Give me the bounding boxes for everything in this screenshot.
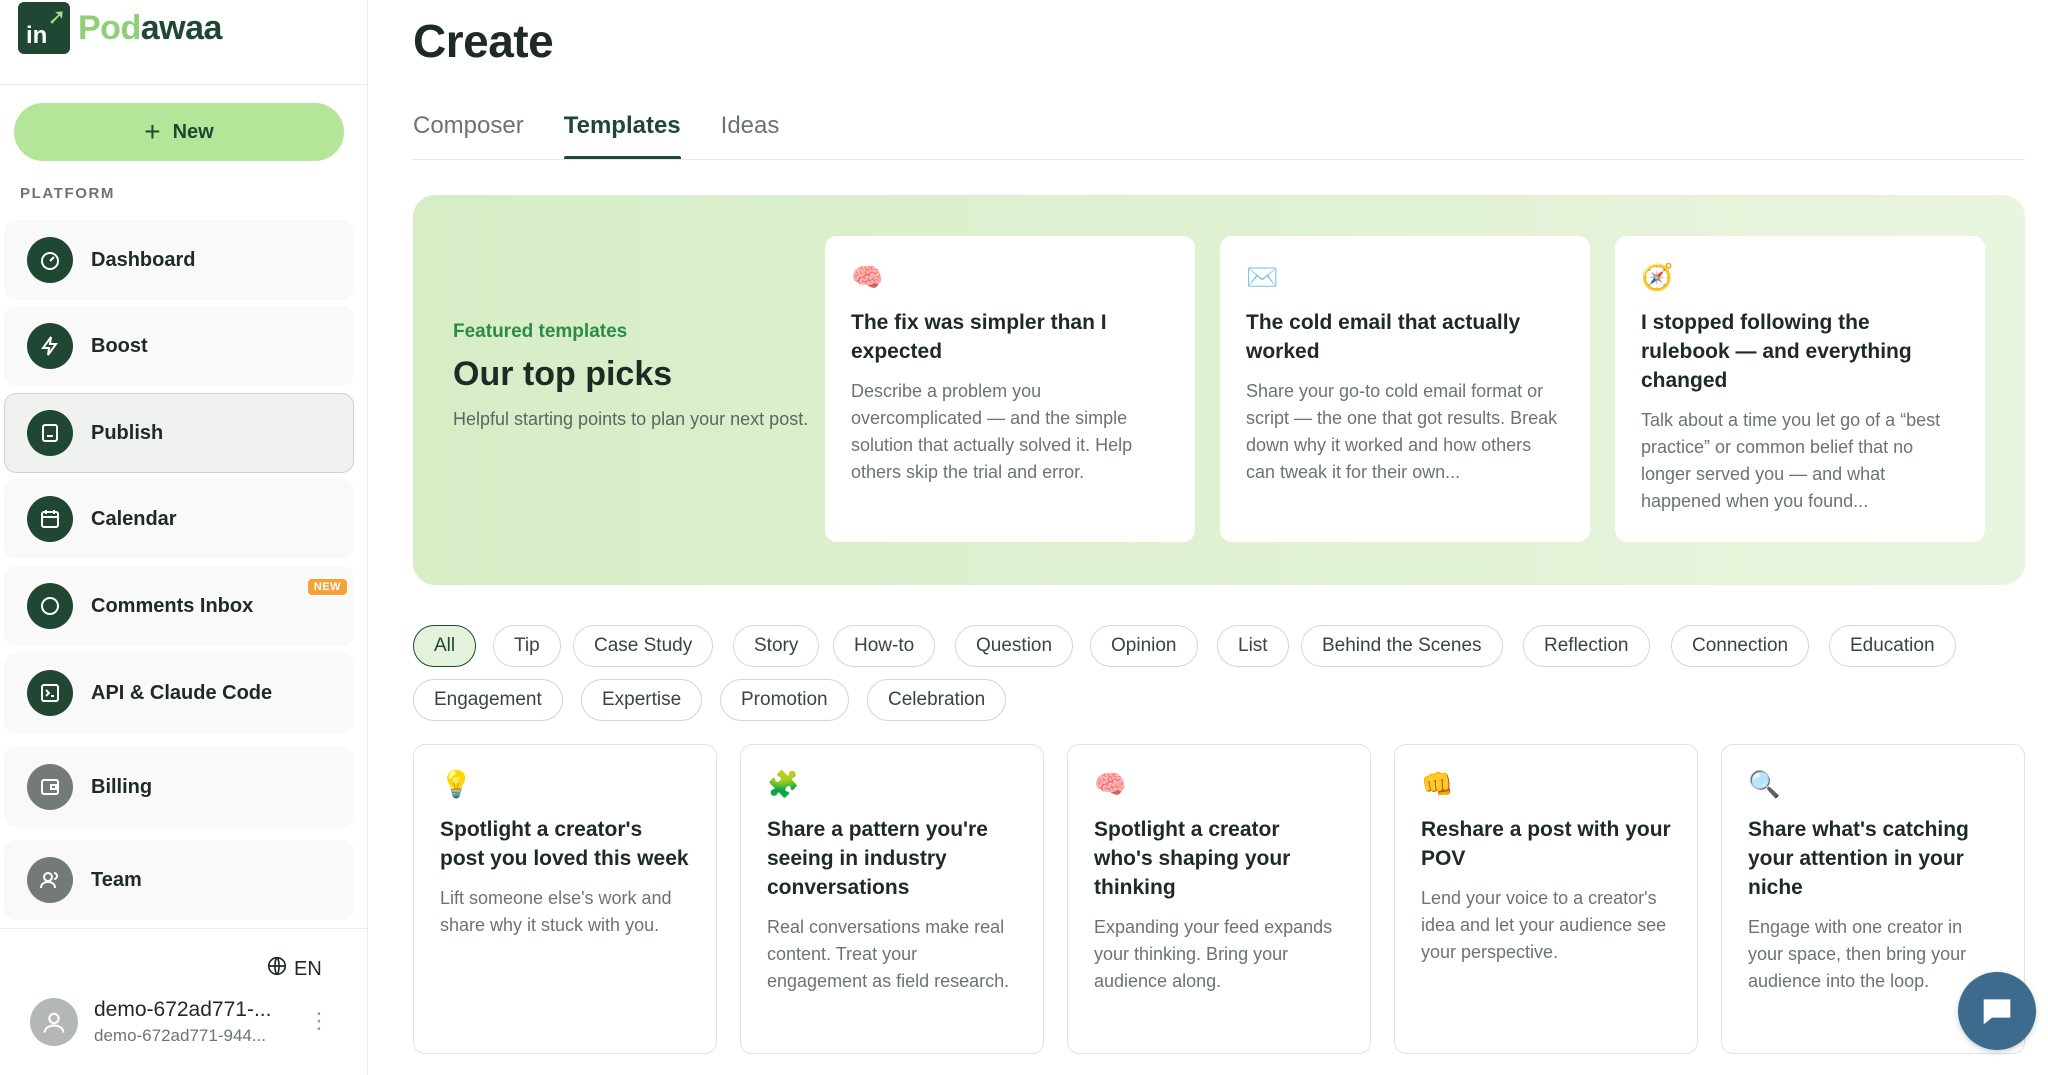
- featured-templates: Featured templates Our top picks Helpful…: [413, 195, 2025, 585]
- filter-chip-engagement[interactable]: Engagement: [413, 679, 563, 721]
- card-description: Lend your voice to a creator's idea and …: [1421, 888, 1667, 962]
- section-label-platform: PLATFORM: [20, 185, 116, 202]
- calendar-icon: [27, 496, 73, 542]
- filter-chip-how-to[interactable]: How-to: [833, 625, 936, 667]
- wallet-icon: [27, 764, 73, 810]
- filter-chip-education[interactable]: Education: [1829, 625, 1956, 667]
- featured-subtitle: Helpful starting points to plan your nex…: [453, 409, 809, 429]
- brain-icon: 🧠: [851, 262, 884, 292]
- gauge-icon: [27, 237, 73, 283]
- filter-chip-case-study[interactable]: Case Study: [573, 625, 714, 667]
- chat-support-icon[interactable]: [1958, 972, 2036, 1050]
- featured-title: Our top picks: [453, 355, 673, 393]
- page-title: Create: [413, 15, 554, 67]
- card-description: Talk about a time you let go of a “best …: [1641, 410, 1941, 511]
- template-card[interactable]: 🧩 Share a pattern you're seeing in indus…: [740, 744, 1044, 1054]
- envelope-icon: ✉️: [1246, 262, 1279, 292]
- sidebar: in ➚ Podawaa + New PLATFORM Dashboard Bo…: [0, 0, 368, 1075]
- divider: [413, 159, 2025, 160]
- brand-name: Podawaa: [78, 8, 222, 47]
- rocket-icon: ➚: [47, 4, 66, 29]
- sidebar-item-dashboard[interactable]: Dashboard: [4, 220, 354, 300]
- sidebar-item-team[interactable]: Team: [4, 840, 354, 920]
- filter-chip-connection[interactable]: Connection: [1671, 625, 1810, 667]
- more-options-icon[interactable]: ⋮: [308, 1008, 330, 1034]
- sidebar-item-calendar[interactable]: Calendar: [4, 479, 354, 559]
- card-title: Spotlight a creator who's shaping your t…: [1094, 818, 1291, 899]
- card-title: The cold email that actually worked: [1246, 311, 1521, 363]
- user-name: demo-672ad771-...: [94, 998, 272, 1021]
- puzzle-icon: 🧩: [767, 769, 800, 799]
- magnifier-icon: 🔍: [1748, 769, 1781, 799]
- featured-card[interactable]: 🧭 I stopped following the rulebook — and…: [1615, 236, 1985, 542]
- card-title: Share a pattern you're seeing in industr…: [767, 818, 988, 899]
- card-title: Spotlight a creator's post you loved thi…: [440, 818, 689, 870]
- fist-bump-icon: 👊: [1421, 769, 1454, 799]
- brand-logo[interactable]: in ➚ Podawaa: [18, 2, 222, 54]
- sidebar-item-boost[interactable]: Boost: [4, 306, 354, 386]
- filter-chip-all[interactable]: All: [413, 625, 477, 667]
- avatar: [30, 998, 78, 1046]
- terminal-icon: [27, 670, 73, 716]
- language-selector[interactable]: EN: [266, 955, 322, 983]
- divider: [0, 928, 368, 929]
- filter-chip-story[interactable]: Story: [733, 625, 820, 667]
- template-card[interactable]: 💡 Spotlight a creator's post you loved t…: [413, 744, 717, 1054]
- filter-chip-opinion[interactable]: Opinion: [1090, 625, 1198, 667]
- card-title: The fix was simpler than I expected: [851, 311, 1107, 363]
- filter-chip-list[interactable]: List: [1217, 625, 1289, 667]
- lightning-icon: [27, 323, 73, 369]
- tab-composer[interactable]: Composer: [413, 108, 524, 160]
- featured-card[interactable]: 🧠 The fix was simpler than I expected De…: [825, 236, 1195, 542]
- tabs: Composer Templates Ideas: [413, 108, 779, 160]
- compass-icon: 🧭: [1641, 262, 1674, 292]
- filter-chip-behind-the-scenes[interactable]: Behind the Scenes: [1301, 625, 1503, 667]
- lightbulb-icon: 💡: [440, 769, 473, 799]
- tab-ideas[interactable]: Ideas: [721, 108, 780, 160]
- sidebar-item-comments-inbox[interactable]: Comments Inbox NEW: [4, 566, 354, 646]
- plus-icon: +: [144, 116, 161, 147]
- template-card[interactable]: 🧠 Spotlight a creator who's shaping your…: [1067, 744, 1371, 1054]
- card-description: Share your go-to cold email format or sc…: [1246, 381, 1558, 482]
- tab-templates[interactable]: Templates: [563, 108, 681, 160]
- filter-chip-question[interactable]: Question: [955, 625, 1074, 667]
- card-description: Describe a problem you overcomplicated —…: [851, 381, 1133, 482]
- publish-icon: [27, 410, 73, 456]
- filter-chip-expertise[interactable]: Expertise: [581, 679, 703, 721]
- brain-icon: 🧠: [1094, 769, 1127, 799]
- sidebar-item-billing[interactable]: Billing: [4, 747, 354, 827]
- featured-card[interactable]: ✉️ The cold email that actually worked S…: [1220, 236, 1590, 542]
- sidebar-item-api-claude-code[interactable]: API & Claude Code: [4, 653, 354, 733]
- user-email: demo-672ad771-944...: [94, 1026, 267, 1045]
- filter-chip-celebration[interactable]: Celebration: [867, 679, 1007, 721]
- team-icon: [27, 857, 73, 903]
- filter-chip-promotion[interactable]: Promotion: [720, 679, 849, 721]
- user-profile[interactable]: demo-672ad771-... demo-672ad771-944...: [30, 998, 271, 1046]
- filter-chip-reflection[interactable]: Reflection: [1523, 625, 1650, 667]
- globe-icon: [266, 955, 288, 983]
- logo-mark-icon: in ➚: [18, 2, 70, 54]
- card-description: Real conversations make real content. Tr…: [767, 917, 1010, 991]
- card-description: Lift someone else's work and share why i…: [440, 888, 672, 935]
- template-card[interactable]: 👊 Reshare a post with your POV Lend your…: [1394, 744, 1698, 1054]
- filter-chip-tip[interactable]: Tip: [493, 625, 561, 667]
- sidebar-item-publish[interactable]: Publish: [4, 393, 354, 473]
- featured-eyebrow: Featured templates: [453, 321, 628, 342]
- divider: [0, 84, 368, 85]
- card-title: I stopped following the rulebook — and e…: [1641, 311, 1912, 392]
- card-description: Expanding your feed expands your thinkin…: [1094, 917, 1333, 991]
- new-button[interactable]: + New: [14, 103, 344, 161]
- chat-icon: [27, 583, 73, 629]
- new-badge: NEW: [307, 579, 347, 595]
- card-title: Reshare a post with your POV: [1421, 818, 1671, 870]
- card-title: Share what's catching your attention in …: [1748, 818, 1969, 899]
- card-description: Engage with one creator in your space, t…: [1748, 917, 1967, 991]
